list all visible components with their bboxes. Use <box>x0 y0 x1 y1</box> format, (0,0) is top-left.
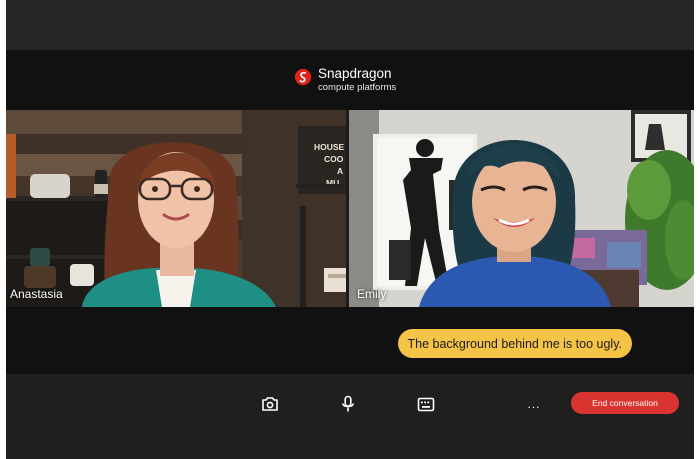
video-feed-anastasia: HOUSE COO A MU <box>6 110 346 307</box>
keyboard-button[interactable] <box>414 394 438 414</box>
brand: Snapdragon compute platforms <box>294 66 396 93</box>
keyboard-icon <box>417 397 435 411</box>
microphone-icon <box>342 395 354 412</box>
camera-button[interactable] <box>258 394 282 414</box>
camera-icon <box>262 397 278 411</box>
window-top-bar <box>6 0 694 50</box>
participant-name-emily: Emily <box>357 287 387 301</box>
video-tile-anastasia[interactable]: HOUSE COO A MU Anastasia <box>6 110 346 307</box>
microphone-button[interactable] <box>336 394 360 414</box>
video-tile-emily[interactable]: Emily <box>349 110 694 307</box>
sign-text-a: A <box>337 166 343 176</box>
snapdragon-logo-icon <box>294 68 312 86</box>
sign-text-house: HOUSE <box>314 142 345 152</box>
participant-name-anastasia: Anastasia <box>10 287 63 301</box>
brand-subtitle: compute platforms <box>318 82 397 93</box>
brand-text: Snapdragon compute platforms <box>318 66 396 93</box>
video-call-app: Snapdragon compute platforms HOUSE COO A… <box>6 0 694 459</box>
more-options-button[interactable]: ... <box>522 394 546 414</box>
caption-bubble: The background behind me is too ugly. <box>397 329 632 358</box>
sign-text-coo: COO <box>324 154 344 164</box>
end-conversation-button[interactable]: End conversation <box>571 392 679 414</box>
video-feed-emily <box>349 110 694 307</box>
brand-name: Snapdragon <box>318 66 392 81</box>
control-bar: ... End conversation <box>6 374 694 459</box>
caption-area: The background behind me is too ugly. <box>6 307 694 374</box>
